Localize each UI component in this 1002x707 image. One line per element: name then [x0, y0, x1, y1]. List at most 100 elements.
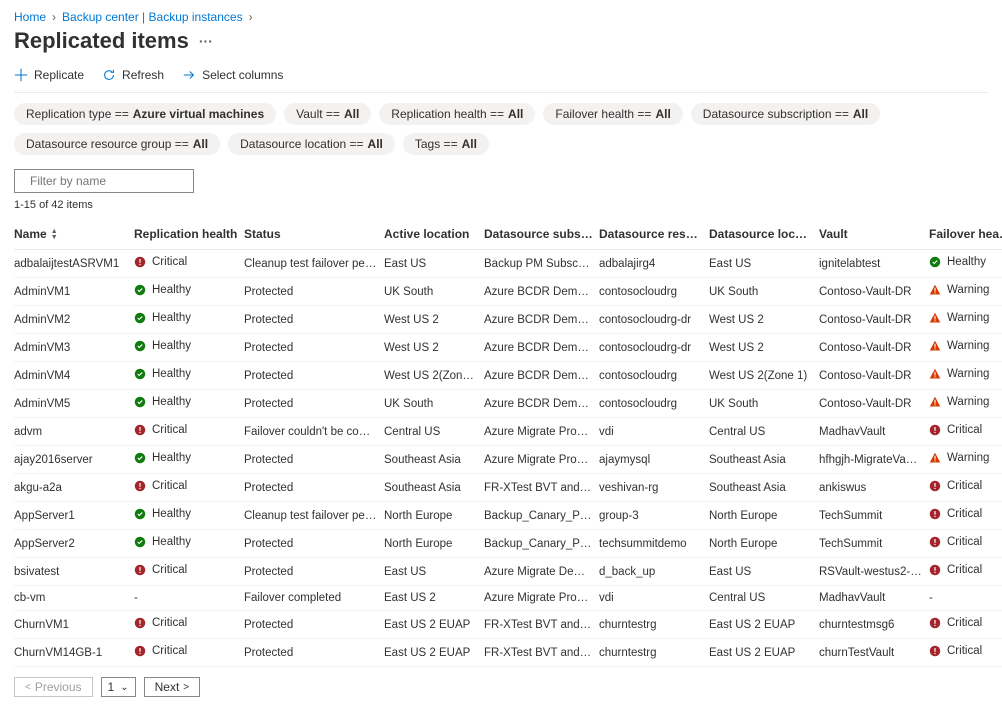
col-header[interactable]: Status [244, 219, 384, 250]
cell-status: Protected [244, 278, 384, 306]
sort-icon: ▲▼ [51, 229, 58, 241]
cell-rep-health: Critical [134, 611, 244, 639]
filter-pill[interactable]: Datasource subscription == All [691, 103, 880, 125]
col-header[interactable]: Replication health [134, 219, 244, 250]
table-row[interactable]: akgu-a2aCriticalProtectedSoutheast AsiaF… [14, 474, 1002, 502]
status-badge: Critical [929, 617, 982, 629]
filter-pill[interactable]: Failover health == All [543, 103, 682, 125]
filter-pill[interactable]: Replication type == Azure virtual machin… [14, 103, 276, 125]
refresh-button[interactable]: Refresh [102, 68, 164, 82]
cell-rep-health: Healthy [134, 390, 244, 418]
cell-active-location: North Europe [384, 530, 484, 558]
table-row[interactable]: advmCriticalFailover couldn't be comple…… [14, 418, 1002, 446]
cell-active-location: UK South [384, 390, 484, 418]
col-header[interactable]: Vault [819, 219, 929, 250]
cell-rep-health: Healthy [134, 530, 244, 558]
cell-resource-group: contosocloudrg [599, 278, 709, 306]
cell-status: Protected [244, 306, 384, 334]
table-row[interactable]: AdminVM3HealthyProtectedWest US 2Azure B… [14, 334, 1002, 362]
col-header[interactable]: Datasource subscription [484, 219, 599, 250]
cell-ds-location: East US [709, 250, 819, 278]
status-badge: Warning [929, 368, 989, 380]
replicate-button[interactable]: Replicate [14, 68, 84, 82]
table-row[interactable]: AdminVM1HealthyProtectedUK SouthAzure BC… [14, 278, 1002, 306]
filter-pill[interactable]: Replication health == All [379, 103, 535, 125]
search-input[interactable] [28, 173, 187, 189]
cell-rep-health: Critical [134, 639, 244, 667]
cell-resource-group: vdi [599, 586, 709, 611]
status-badge: Healthy [134, 312, 191, 324]
cell-resource-group: d_back_up [599, 558, 709, 586]
chevron-left-icon: < [25, 682, 31, 693]
filter-bar: Replication type == Azure virtual machin… [14, 93, 988, 165]
cell-status: Protected [244, 474, 384, 502]
cell-vault: ankiswus [819, 474, 929, 502]
cell-failover-health: Critical [929, 611, 1002, 639]
filter-pill[interactable]: Datasource location == All [228, 133, 395, 155]
table-row[interactable]: ajay2016serverHealthyProtectedSoutheast … [14, 446, 1002, 474]
cell-vault: churnTestVault [819, 639, 929, 667]
cell-resource-group: veshivan-rg [599, 474, 709, 502]
cell-rep-health: Critical [134, 418, 244, 446]
status-badge: Healthy [134, 508, 191, 520]
cell-name: akgu-a2a [14, 474, 134, 502]
table-row[interactable]: ChurnVM14GB-1CriticalProtectedEast US 2 … [14, 639, 1002, 667]
col-header[interactable]: Failover health [929, 219, 1002, 250]
table-row[interactable]: adbalaijtestASRVM1CriticalCleanup test f… [14, 250, 1002, 278]
status-badge: Critical [929, 645, 982, 657]
filter-pill[interactable]: Tags == All [403, 133, 489, 155]
table-row[interactable]: AdminVM4HealthyProtectedWest US 2(Zone 1… [14, 362, 1002, 390]
status-badge: Healthy [134, 396, 191, 408]
cell-vault: Contoso-Vault-DR [819, 362, 929, 390]
status-badge: Critical [134, 480, 187, 492]
table-row[interactable]: bsivatestCriticalProtectedEast USAzure M… [14, 558, 1002, 586]
col-header[interactable]: Active location [384, 219, 484, 250]
cell-resource-group: contosocloudrg [599, 390, 709, 418]
cell-rep-health: Healthy [134, 334, 244, 362]
table-row[interactable]: AppServer2HealthyProtectedNorth EuropeBa… [14, 530, 1002, 558]
status-badge: Critical [134, 645, 187, 657]
cell-vault: MadhavVault [819, 418, 929, 446]
status-badge: Warning [929, 452, 989, 464]
cell-resource-group: adbalajirg4 [599, 250, 709, 278]
col-header[interactable]: Datasource location [709, 219, 819, 250]
filter-pill[interactable]: Vault == All [284, 103, 371, 125]
col-header[interactable]: Name▲▼ [14, 219, 134, 250]
cell-ds-location: West US 2 [709, 306, 819, 334]
cell-status: Protected [244, 530, 384, 558]
status-badge: Warning [929, 312, 989, 324]
search-input-wrapper[interactable] [14, 169, 194, 193]
cell-failover-health: Critical [929, 502, 1002, 530]
col-header[interactable]: Datasource resource gr… [599, 219, 709, 250]
cell-status: Failover completed [244, 586, 384, 611]
cell-ds-location: North Europe [709, 502, 819, 530]
status-badge: Warning [929, 340, 989, 352]
cell-ds-location: North Europe [709, 530, 819, 558]
next-button[interactable]: Next > [144, 677, 201, 697]
page-select[interactable]: 1 ⌄ [101, 677, 136, 697]
more-icon[interactable]: ··· [199, 33, 213, 49]
cell-status: Protected [244, 362, 384, 390]
prev-button[interactable]: < Previous [14, 677, 93, 697]
table-row[interactable]: ChurnVM1CriticalProtectedEast US 2 EUAPF… [14, 611, 1002, 639]
table-row[interactable]: AdminVM5HealthyProtectedUK SouthAzure BC… [14, 390, 1002, 418]
status-badge: Critical [929, 424, 982, 436]
cell-subscription: Backup_Canary_PM_PPE_De… [484, 530, 599, 558]
table-row[interactable]: cb-vm-Failover completedEast US 2Azure M… [14, 586, 1002, 611]
cell-failover-health: Warning [929, 278, 1002, 306]
breadcrumb-home[interactable]: Home [14, 10, 46, 24]
status-badge: Healthy [134, 340, 191, 352]
table-row[interactable]: AdminVM2HealthyProtectedWest US 2Azure B… [14, 306, 1002, 334]
cell-status: Failover couldn't be comple… [244, 418, 384, 446]
table-row[interactable]: AppServer1HealthyCleanup test failover p… [14, 502, 1002, 530]
cell-status: Protected [244, 611, 384, 639]
cell-vault: churntestmsg6 [819, 611, 929, 639]
cell-resource-group: contosocloudrg-dr [599, 306, 709, 334]
cell-active-location: West US 2 [384, 334, 484, 362]
select-columns-button[interactable]: Select columns [182, 68, 283, 82]
breadcrumb-backup-center[interactable]: Backup center | Backup instances [62, 10, 243, 24]
status-badge: Critical [134, 424, 187, 436]
cell-subscription: Azure BCDR Demo Environ… [484, 362, 599, 390]
breadcrumb: Home › Backup center | Backup instances … [14, 10, 988, 24]
filter-pill[interactable]: Datasource resource group == All [14, 133, 220, 155]
